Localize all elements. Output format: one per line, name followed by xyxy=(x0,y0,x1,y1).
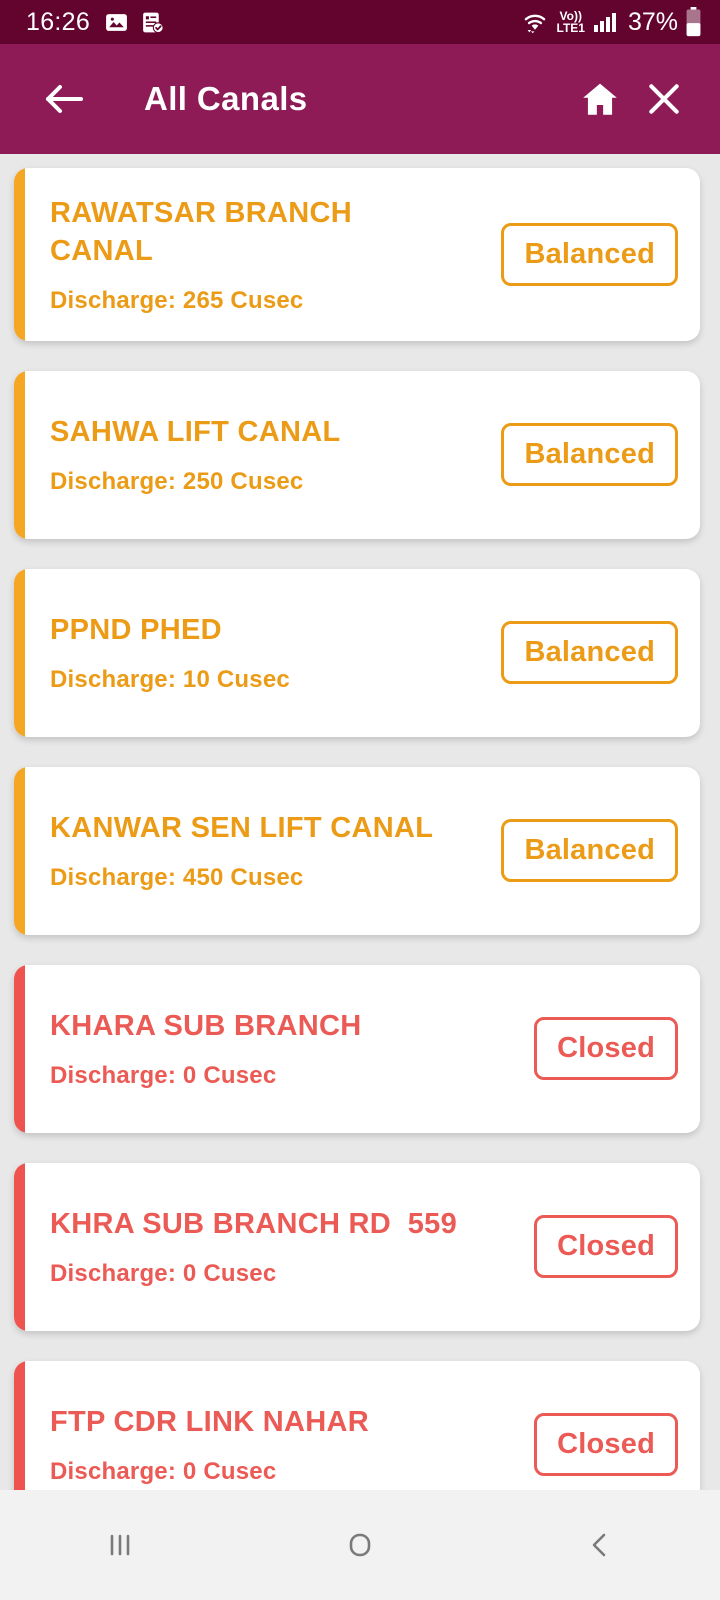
home-icon xyxy=(579,78,621,120)
canal-card[interactable]: SAHWA LIFT CANAL Discharge: 250 Cusec Bala… xyxy=(14,370,700,539)
canal-discharge: Discharge: 10 Cusec xyxy=(50,665,290,693)
document-check-icon xyxy=(140,10,165,35)
close-button[interactable] xyxy=(636,71,692,127)
canal-name: KANWAR SEN LIFT CANAL xyxy=(50,812,434,845)
canal-card[interactable]: PPND PHED Discharge: 10 Cusec Balanced xyxy=(14,568,700,737)
signal-bars-icon xyxy=(592,10,618,34)
battery-percentage: 37% xyxy=(627,7,678,36)
canal-discharge: Discharge: 0 Cusec xyxy=(50,1259,277,1287)
battery-icon xyxy=(685,7,702,37)
status-badge[interactable]: Closed xyxy=(534,1413,678,1477)
android-navigation-bar xyxy=(0,1490,720,1600)
canal-info: KANWAR SEN LIFT CANAL Discharge: 450 Cuse… xyxy=(14,783,501,917)
canal-discharge: Discharge: 0 Cusec xyxy=(50,1457,277,1485)
status-bar: 16:26 Vo)) LTE1 37% xyxy=(0,0,720,44)
app-screen: 16:26 Vo)) LTE1 37% All Canals RAWATSAR … xyxy=(0,0,720,1600)
home-button[interactable] xyxy=(572,71,628,127)
status-bar-system-icons: Vo)) LTE1 37% xyxy=(520,7,703,37)
canal-list[interactable]: RAWATSAR BRANCH CANAL Discharge: 265 Cuse… xyxy=(0,154,720,1600)
status-badge[interactable]: Balanced xyxy=(501,819,678,883)
back-nav-button[interactable] xyxy=(540,1490,660,1600)
canal-card[interactable]: KHRA SUB BRANCH RD 559 Discharge: 0 Cusec… xyxy=(14,1162,700,1331)
canal-name: KHARA SUB BRANCH xyxy=(50,1010,362,1043)
status-accent-bar xyxy=(14,1162,25,1331)
canal-name: RAWATSAR BRANCH CANAL xyxy=(50,197,353,268)
status-badge[interactable]: Balanced xyxy=(501,222,678,286)
canal-card[interactable]: RAWATSAR BRANCH CANAL Discharge: 265 Cuse… xyxy=(14,168,700,341)
recents-button[interactable] xyxy=(60,1490,180,1600)
status-badge[interactable]: Closed xyxy=(534,1017,678,1081)
canal-info: SAHWA LIFT CANAL Discharge: 250 Cusec xyxy=(14,387,501,521)
status-badge[interactable]: Balanced xyxy=(501,621,678,685)
nav-home-icon xyxy=(343,1528,377,1562)
canal-info: RAWATSAR BRANCH CANAL Discharge: 265 Cuse… xyxy=(14,168,501,341)
home-nav-button[interactable] xyxy=(300,1490,420,1600)
canal-info: KHARA SUB BRANCH Discharge: 0 Cusec xyxy=(14,981,534,1115)
canal-discharge: Discharge: 450 Cusec xyxy=(50,863,304,891)
canal-name: KHRA SUB BRANCH RD 559 xyxy=(50,1208,458,1241)
canal-info: KHRA SUB BRANCH RD 559 Discharge: 0 Cusec xyxy=(14,1179,534,1313)
wifi-icon xyxy=(520,9,550,35)
volte-label-bottom: LTE1 xyxy=(556,21,585,35)
canal-info: PPND PHED Discharge: 10 Cusec xyxy=(14,585,501,719)
volte-indicator: Vo)) LTE1 xyxy=(557,10,585,34)
back-arrow-icon xyxy=(45,82,87,116)
status-badge[interactable]: Balanced xyxy=(501,423,678,487)
canal-discharge: Discharge: 265 Cusec xyxy=(50,286,304,314)
nav-back-icon xyxy=(583,1528,617,1562)
status-accent-bar xyxy=(14,168,25,341)
canal-name: PPND PHED xyxy=(50,614,222,647)
canal-discharge: Discharge: 250 Cusec xyxy=(50,467,304,495)
status-accent-bar xyxy=(14,370,25,539)
app-bar: All Canals xyxy=(0,44,720,154)
canal-name: SAHWA LIFT CANAL xyxy=(50,416,341,449)
gallery-icon xyxy=(104,10,129,35)
back-button[interactable] xyxy=(38,71,94,127)
status-bar-notification-icons xyxy=(104,10,165,35)
status-accent-bar xyxy=(14,568,25,737)
status-accent-bar xyxy=(14,964,25,1133)
canal-discharge: Discharge: 0 Cusec xyxy=(50,1061,277,1089)
recents-icon xyxy=(103,1528,137,1562)
canal-card[interactable]: KANWAR SEN LIFT CANAL Discharge: 450 Cuse… xyxy=(14,766,700,935)
status-badge[interactable]: Closed xyxy=(534,1215,678,1279)
page-title: All Canals xyxy=(144,80,308,117)
canal-card[interactable]: KHARA SUB BRANCH Discharge: 0 Cusec Closed xyxy=(14,964,700,1133)
status-accent-bar xyxy=(14,766,25,935)
status-bar-clock: 16:26 xyxy=(26,7,91,36)
close-icon xyxy=(645,80,683,118)
canal-name: FTP CDR LINK NAHAR xyxy=(50,1406,370,1439)
